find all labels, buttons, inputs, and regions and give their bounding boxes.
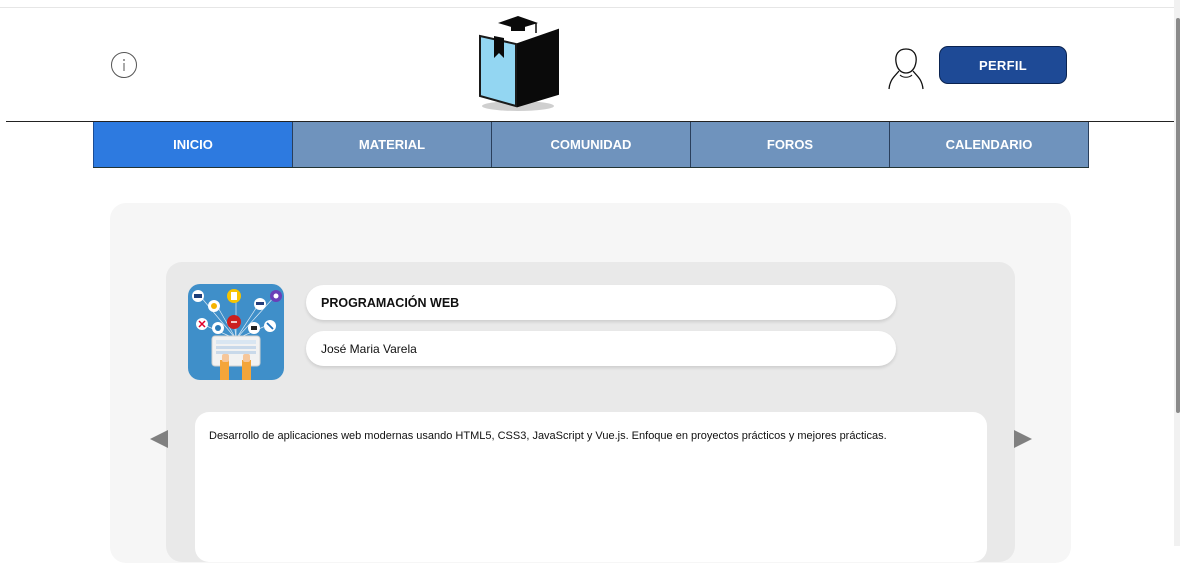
- course-image: [188, 284, 284, 380]
- carousel-next-icon[interactable]: [1012, 428, 1034, 450]
- perfil-button[interactable]: PERFIL: [939, 46, 1067, 84]
- course-title: PROGRAMACIÓN WEB: [306, 285, 896, 320]
- user-icon[interactable]: [886, 45, 926, 91]
- main-nav: INICIO MATERIAL COMUNIDAD FOROS CALENDAR…: [93, 122, 1089, 168]
- tab-calendario[interactable]: CALENDARIO: [889, 122, 1089, 167]
- top-divider: [0, 7, 1174, 8]
- carousel-prev-icon[interactable]: [148, 428, 170, 450]
- tab-foros[interactable]: FOROS: [690, 122, 889, 167]
- tab-comunidad[interactable]: COMUNIDAD: [491, 122, 690, 167]
- course-teacher: José Maria Varela: [306, 331, 896, 366]
- course-description: Desarrollo de aplicaciones web modernas …: [195, 412, 987, 562]
- tab-material[interactable]: MATERIAL: [292, 122, 491, 167]
- logo-icon[interactable]: [472, 14, 564, 114]
- tab-inicio[interactable]: INICIO: [93, 122, 292, 167]
- course-description-text: Desarrollo de aplicaciones web modernas …: [209, 430, 887, 442]
- info-icon[interactable]: [110, 51, 138, 79]
- scrollbar-thumb[interactable]: [1176, 18, 1180, 413]
